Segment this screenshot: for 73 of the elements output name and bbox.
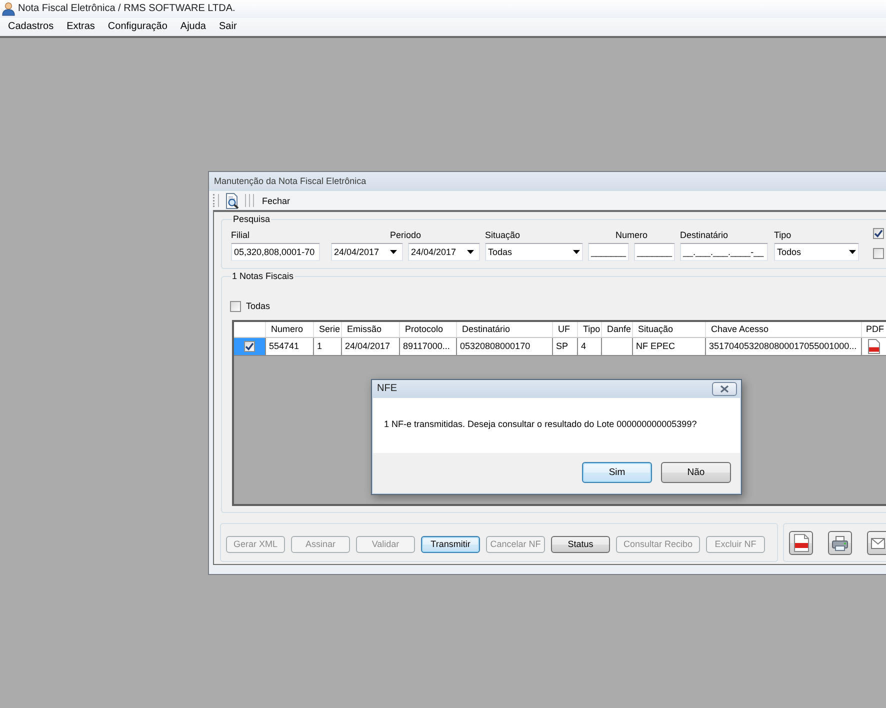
table-cell: 89117000... [400, 338, 457, 356]
group-title: Pesquisa [232, 214, 272, 225]
window-title: Nota Fiscal Eletrônica / RMS SOFTWARE LTDA. [18, 3, 236, 15]
column-header[interactable]: PDF [862, 322, 886, 337]
table-cell: 05320808000170 [457, 338, 553, 356]
menu-item[interactable]: Configuração [102, 20, 174, 34]
dialog-button[interactable]: Não [661, 462, 731, 483]
row-header-cell[interactable] [234, 338, 266, 356]
close-button[interactable] [712, 382, 737, 396]
field-label: Filial [231, 230, 250, 241]
checkbox[interactable] [244, 341, 255, 352]
field-label: Periodo [390, 230, 422, 241]
column-header[interactable]: Chave Acesso [706, 322, 862, 337]
email-button[interactable] [867, 531, 886, 555]
group-title: 1 Notas Fiscais [231, 271, 295, 282]
pdf-file-icon [794, 534, 808, 552]
column-header[interactable]: Tipo [578, 322, 602, 337]
print-button[interactable] [828, 531, 852, 555]
table-cell: 554741 [266, 338, 314, 356]
dialog-button[interactable]: Sim [582, 462, 652, 483]
column-header[interactable]: Situação [633, 322, 706, 337]
field-label: Situação [485, 230, 520, 241]
text-field[interactable]: 05,320,808,0001-70 [231, 243, 320, 261]
checkbox[interactable] [873, 248, 884, 259]
close-icon [720, 385, 729, 393]
column-header[interactable]: UF [553, 322, 578, 337]
caret-icon [573, 250, 580, 254]
table-cell: 1 [314, 338, 342, 356]
document-magnifier-icon[interactable] [224, 192, 240, 208]
toolbar-button[interactable]: Fechar [259, 194, 294, 208]
caret-icon [849, 250, 856, 254]
dialog-message: 1 NF-e transmitidas. Deseja consultar o resultado do Lote 000000000005399? [384, 419, 697, 429]
table-cell: NF EPEC [633, 338, 706, 356]
dropdown-field[interactable]: Todos [774, 243, 859, 261]
dropdown-field[interactable]: Todas [485, 243, 583, 261]
window-title: Manutenção da Nota Fiscal Eletrônica [214, 176, 366, 187]
table-cell: SP [553, 338, 578, 356]
menu-item[interactable]: Extras [60, 20, 102, 34]
column-header[interactable]: Serie [314, 322, 342, 337]
checkbox[interactable] [230, 300, 241, 312]
menu-item[interactable]: Sair [212, 20, 244, 34]
field-label: Numero [615, 230, 648, 241]
date-field[interactable]: 24/04/2017 [408, 243, 480, 261]
table-cell: 24/04/2017 [342, 338, 400, 356]
menu-item[interactable]: Ajuda [174, 20, 213, 34]
caret-icon [390, 250, 397, 254]
pdf-button[interactable] [789, 531, 813, 555]
column-header[interactable]: Numero [266, 322, 314, 337]
column-header[interactable]: Protocolo [400, 322, 457, 337]
column-header[interactable]: Emissão [342, 322, 400, 337]
grip-icon[interactable] [212, 194, 215, 207]
check-icon [245, 342, 254, 351]
printer-icon [832, 536, 848, 550]
table-cell: 4 [578, 338, 602, 356]
text-field[interactable]: _______ [588, 243, 629, 261]
date-field[interactable]: 24/04/2017 [331, 243, 403, 261]
table-cell: 3517040532080800017055001000... [706, 338, 862, 356]
field-label: Destinatário [680, 230, 728, 241]
checkbox-label[interactable]: Todas [246, 300, 270, 312]
caret-icon [467, 250, 474, 254]
text-field[interactable]: _______ [634, 243, 675, 261]
action-button[interactable]: Transmitir [421, 536, 480, 553]
text-field[interactable]: __.___.___.____-__ [680, 243, 768, 261]
check-icon [874, 229, 883, 238]
column-header[interactable]: Destinatário [457, 322, 553, 337]
person-icon [2, 2, 15, 16]
column-header[interactable]: Danfe [602, 322, 633, 337]
dialog-title: NFE [377, 383, 397, 395]
envelope-icon [871, 538, 885, 548]
field-label: Tipo [774, 230, 792, 241]
menu-item[interactable]: Cadastros [2, 20, 61, 34]
checkbox[interactable] [873, 228, 884, 239]
action-button[interactable]: Status [551, 536, 610, 553]
